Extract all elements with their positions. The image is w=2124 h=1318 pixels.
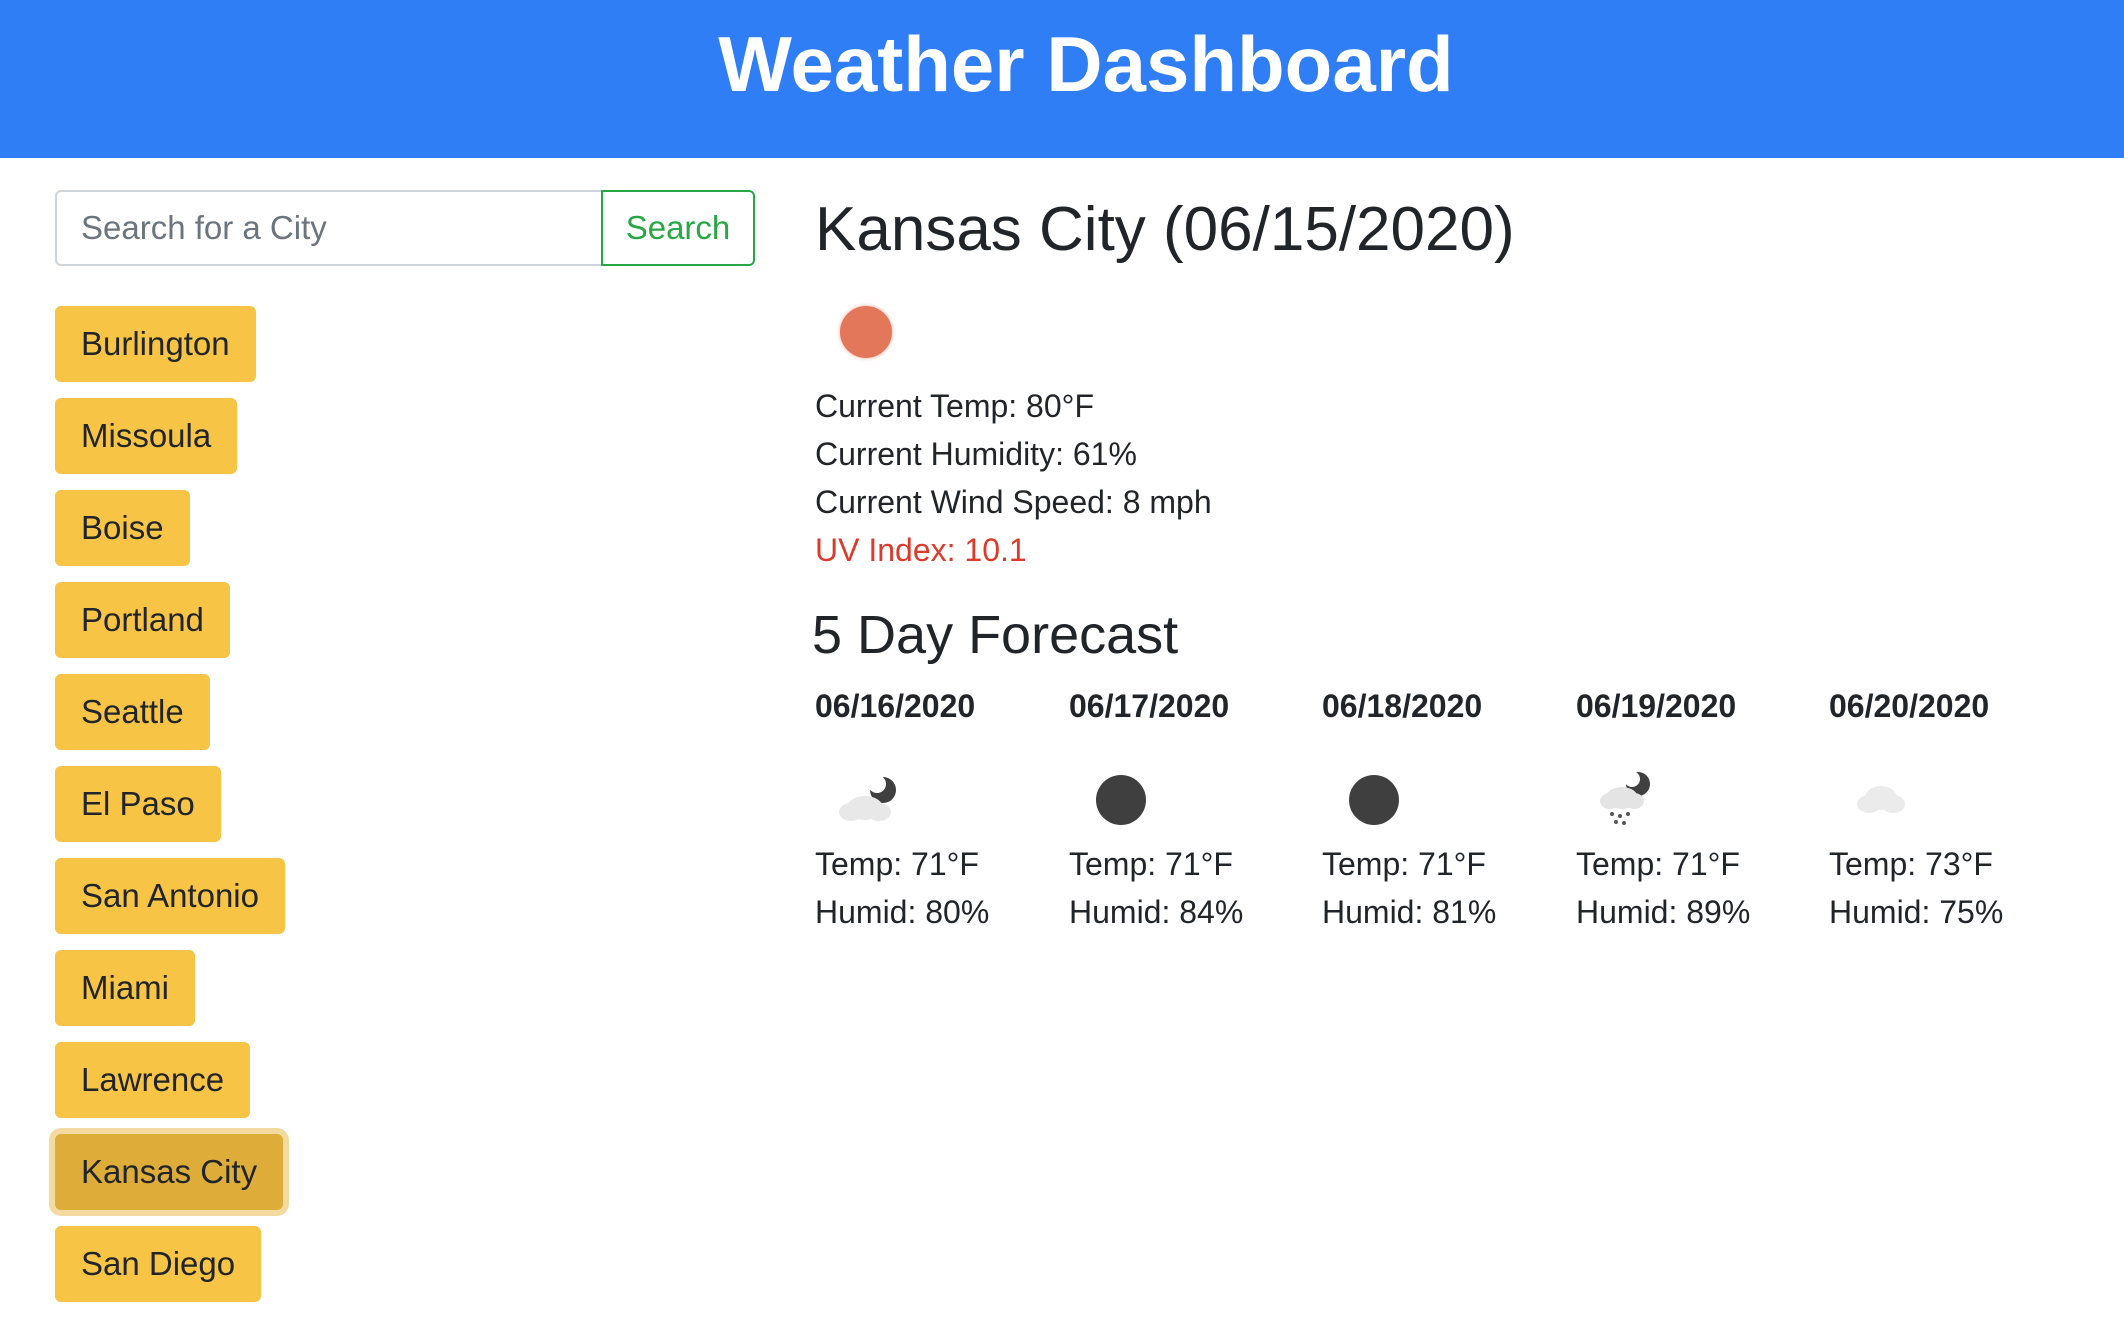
city-button-burlington[interactable]: Burlington <box>55 306 256 382</box>
city-history-list: Burlington Missoula Boise Portland Seatt… <box>55 306 285 1318</box>
partly-cloudy-night-icon <box>839 775 896 821</box>
city-button-miami[interactable]: Miami <box>55 950 195 1026</box>
forecast-date: 06/19/2020 <box>1576 688 1737 724</box>
city-button-kansas-city[interactable]: Kansas City <box>55 1134 284 1210</box>
forecast-date: 06/18/2020 <box>1322 688 1483 724</box>
city-button-portland[interactable]: Portland <box>55 582 230 658</box>
city-button-missoula[interactable]: Missoula <box>55 398 238 474</box>
forecast-heading: 5 Day Forecast <box>812 605 1179 665</box>
current-city-heading: Kansas City (06/15/2020) <box>815 195 1515 264</box>
forecast-humidity: Humid: 75% <box>1829 894 2004 930</box>
forecast-temp: Temp: 71°F <box>1069 846 1233 882</box>
search-button[interactable]: Search <box>601 190 755 266</box>
current-humidity: Current Humidity: 61% <box>815 436 1137 472</box>
forecast-humidity: Humid: 81% <box>1322 894 1497 930</box>
clear-night-icon <box>1349 775 1399 825</box>
rain-night-icon <box>1600 771 1650 825</box>
search-input[interactable] <box>55 190 601 266</box>
page-title: Weather Dashboard <box>718 20 1454 108</box>
forecast-humidity: Humid: 89% <box>1576 894 1751 930</box>
cloud-icon <box>1857 786 1905 813</box>
search-group: Search <box>55 190 755 266</box>
forecast-date: 06/17/2020 <box>1069 688 1230 724</box>
clear-sun-icon <box>840 306 892 358</box>
city-button-seattle[interactable]: Seattle <box>55 674 210 750</box>
clear-night-icon <box>1096 775 1146 825</box>
city-button-san-antonio[interactable]: San Antonio <box>55 858 285 934</box>
forecast-temp: Temp: 73°F <box>1829 846 1993 882</box>
current-wind-speed: Current Wind Speed: 8 mph <box>815 484 1212 520</box>
city-button-san-diego[interactable]: San Diego <box>55 1226 262 1302</box>
forecast-date: 06/20/2020 <box>1829 688 1990 724</box>
city-button-el-paso[interactable]: El Paso <box>55 766 221 842</box>
current-temp: Current Temp: 80°F <box>815 388 1094 424</box>
forecast-date: 06/16/2020 <box>815 688 976 724</box>
uv-index: UV Index: 10.1 <box>815 532 1027 568</box>
header-bar: Weather Dashboard <box>0 0 2124 158</box>
forecast-temp: Temp: 71°F <box>1322 846 1486 882</box>
city-button-lawrence[interactable]: Lawrence <box>55 1042 251 1118</box>
forecast-temp: Temp: 71°F <box>815 846 979 882</box>
forecast-humidity: Humid: 80% <box>815 894 990 930</box>
forecast-temp: Temp: 71°F <box>1576 846 1740 882</box>
forecast-humidity: Humid: 84% <box>1069 894 1244 930</box>
city-button-boise[interactable]: Boise <box>55 490 190 566</box>
